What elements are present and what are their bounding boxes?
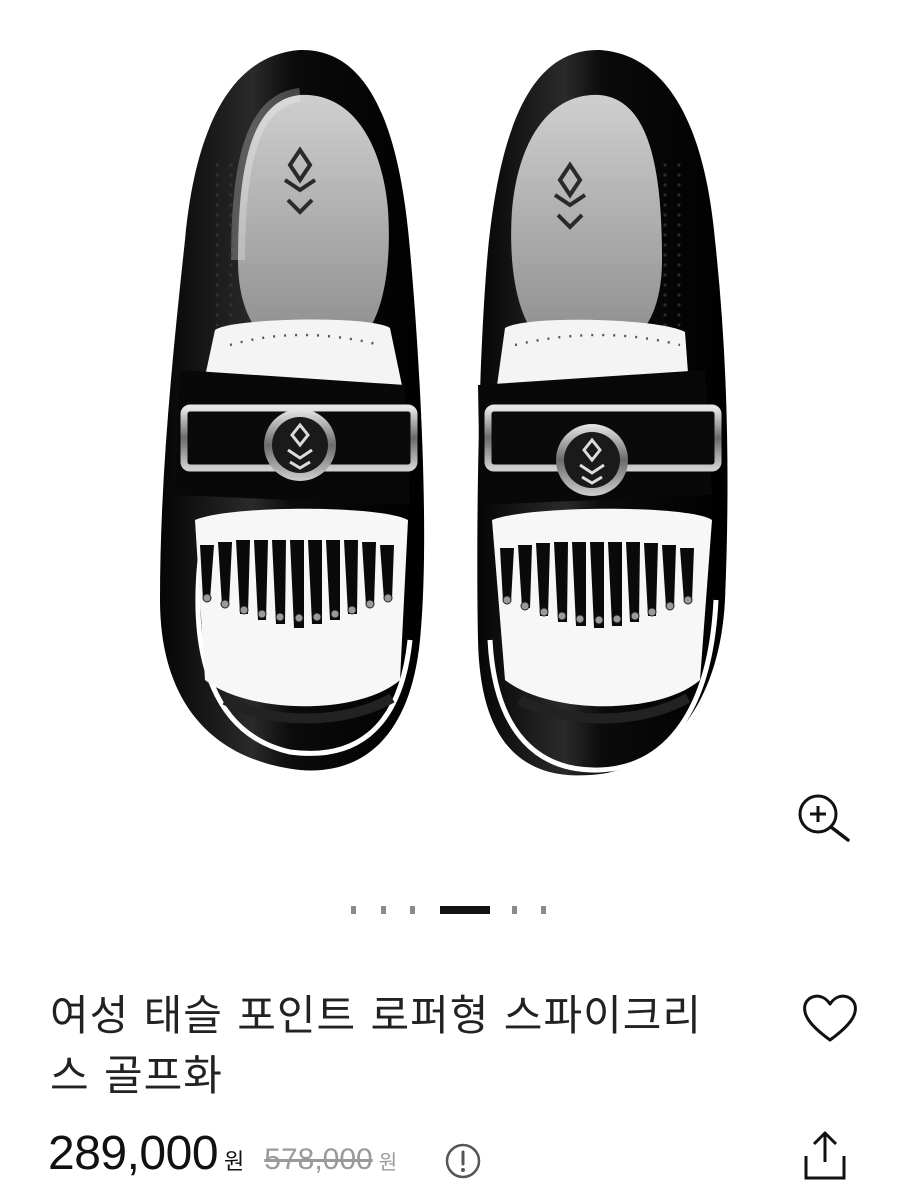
heart-icon <box>803 994 857 1042</box>
page-dot-active[interactable] <box>440 906 490 914</box>
right-shoe <box>477 49 728 776</box>
image-page-indicator <box>0 906 900 914</box>
page-dot[interactable] <box>541 906 546 914</box>
price-info-button[interactable] <box>444 1142 482 1180</box>
product-title: 여성 태슬 포인트 로퍼형 스파이크리 스 골프화 <box>50 986 750 1106</box>
share-icon <box>804 1131 846 1180</box>
left-shoe <box>160 49 425 771</box>
product-image <box>160 49 728 776</box>
wishlist-button[interactable] <box>800 990 860 1046</box>
page-dot[interactable] <box>381 906 386 914</box>
original-price: 578,000 <box>264 1143 373 1176</box>
sale-price: 289,000 <box>48 1127 219 1180</box>
zoom-in-icon <box>798 794 850 842</box>
share-button[interactable] <box>800 1130 850 1182</box>
page-dot[interactable] <box>512 906 517 914</box>
original-price-unit: 원 <box>378 1150 398 1174</box>
product-title-line1: 여성 태슬 포인트 로퍼형 스파이크리 <box>50 991 703 1040</box>
product-title-line2: 스 골프화 <box>50 1051 223 1100</box>
page-dot[interactable] <box>410 906 415 914</box>
sale-price-unit: 원 <box>224 1150 245 1175</box>
zoom-button[interactable] <box>796 792 856 842</box>
price-row: 289,000 원 578,000 원 <box>48 1126 397 1186</box>
info-icon <box>445 1143 481 1179</box>
product-image-gallery[interactable] <box>0 0 900 880</box>
page-dot[interactable] <box>351 906 356 914</box>
